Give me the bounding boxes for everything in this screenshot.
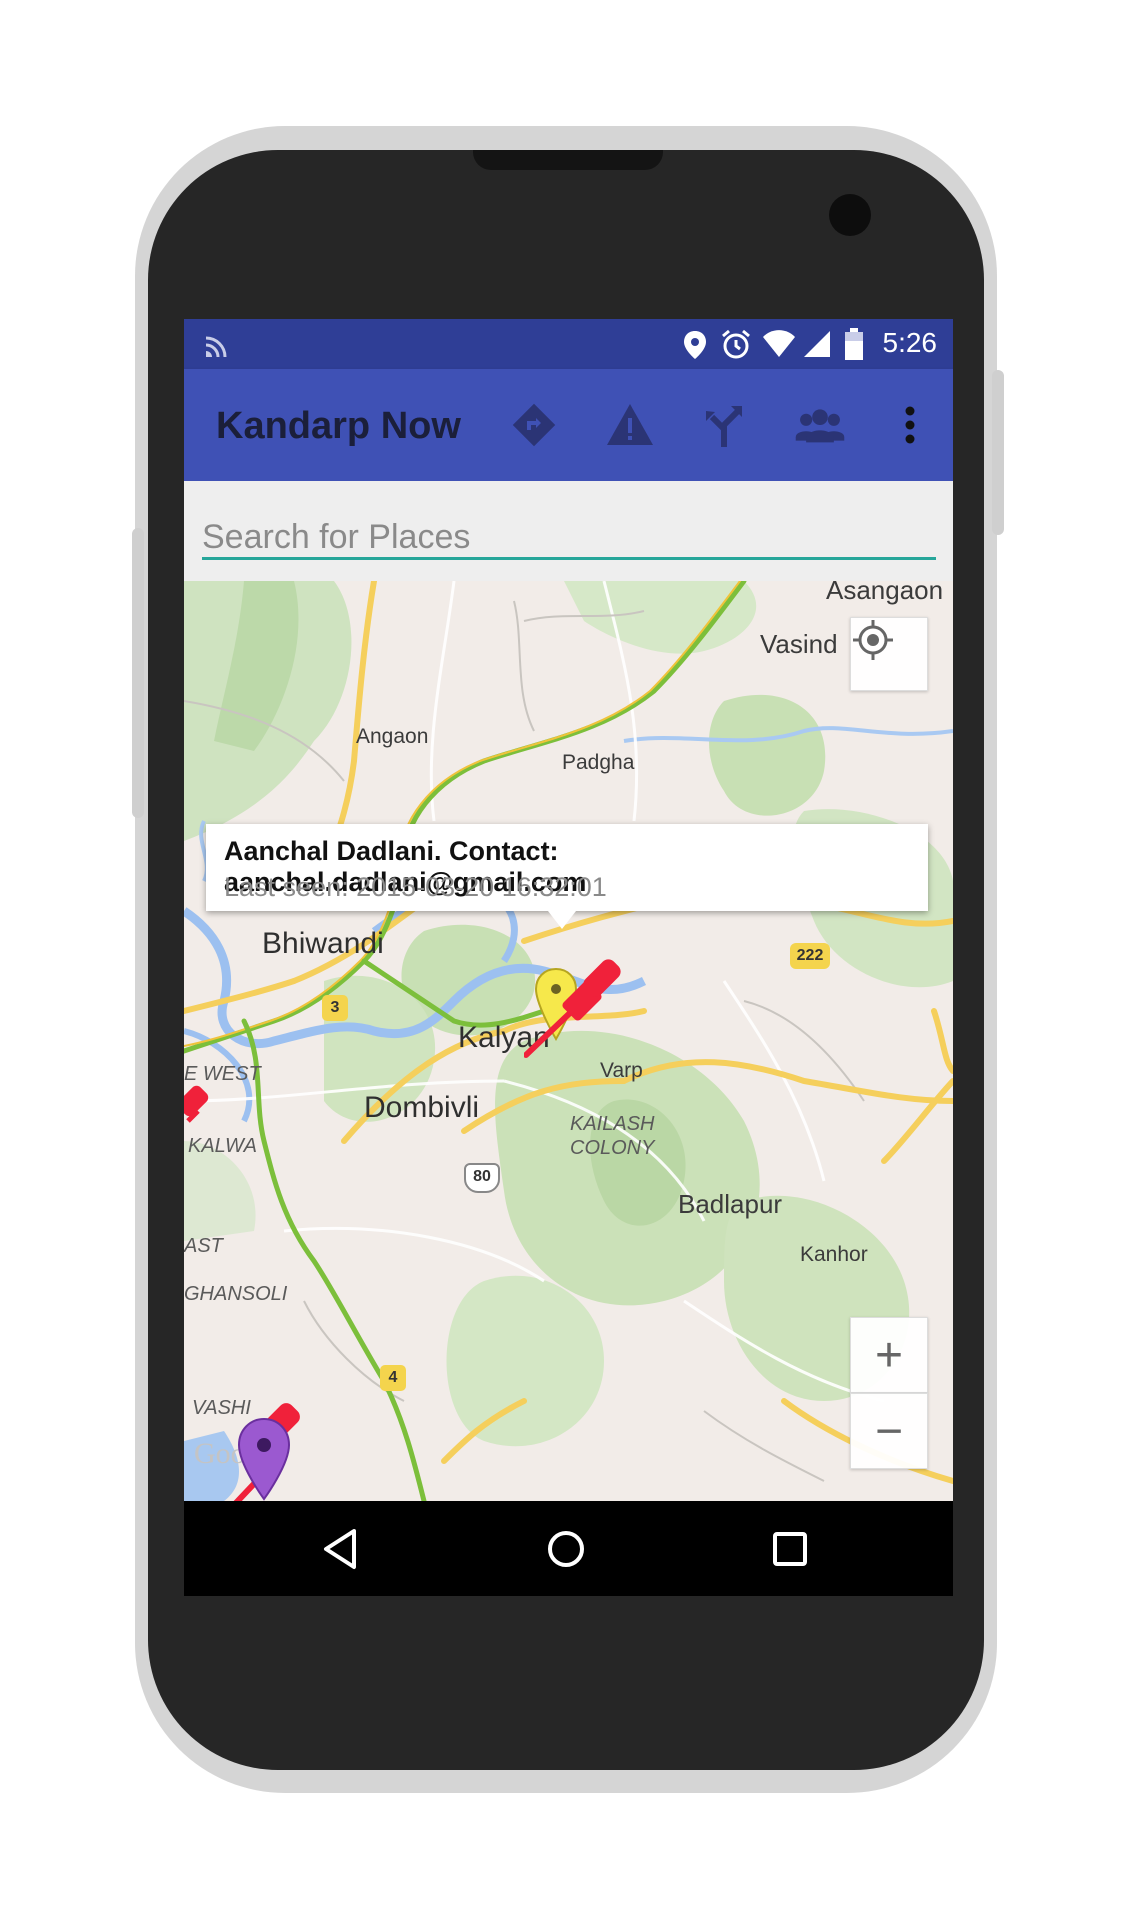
road-shield: 222	[790, 943, 830, 969]
road-shield: 80	[464, 1163, 500, 1193]
place-label: COLONY	[570, 1137, 655, 1159]
marker-info-window[interactable]: Aanchal Dadlani. Contact: aanchal.dadlan…	[206, 824, 928, 911]
home-icon[interactable]	[540, 1523, 592, 1575]
zoom-out-button[interactable]: −	[850, 1393, 928, 1469]
map-view[interactable]: Asangaon Vasind Angaon Padgha Bhiwandi K…	[184, 581, 953, 1501]
navigation-bar	[184, 1501, 953, 1596]
place-label: Dombivli	[364, 1091, 480, 1124]
zoom-in-button[interactable]: +	[850, 1317, 928, 1393]
back-icon[interactable]	[314, 1523, 366, 1575]
app-bar: Kandarp Now	[184, 369, 953, 481]
front-camera	[829, 194, 871, 236]
plus-icon: +	[874, 1328, 904, 1382]
recents-icon[interactable]	[764, 1523, 816, 1575]
status-time: 5:26	[882, 327, 938, 358]
overflow-menu-icon[interactable]	[890, 399, 930, 451]
cast-icon	[205, 336, 227, 358]
app-title: Kandarp Now	[216, 405, 461, 447]
search-area	[184, 481, 953, 581]
place-label: Angaon	[356, 725, 429, 748]
road-shield: 4	[380, 1365, 406, 1391]
place-label: GHANSOLI	[184, 1283, 288, 1305]
place-label: Padgha	[562, 751, 635, 774]
signal-icon	[804, 331, 830, 357]
speaker-grille	[473, 150, 663, 170]
minus-icon: −	[874, 1404, 904, 1458]
alarm-icon	[722, 329, 750, 359]
info-window-subtitle: Last seen: 2015-03-20 16:32:01	[224, 872, 607, 902]
place-label: Kanhor	[800, 1243, 868, 1266]
place-label: Varp	[600, 1059, 643, 1082]
red-pushpin-marker[interactable]	[524, 959, 634, 1059]
place-label: AST	[184, 1235, 223, 1257]
purple-location-marker[interactable]	[236, 1417, 292, 1501]
directions-icon[interactable]	[508, 399, 560, 451]
group-icon[interactable]	[794, 399, 846, 451]
search-input[interactable]	[202, 517, 936, 560]
screen: 5:26 Kandarp Now Search for Places Asang…	[184, 319, 953, 1596]
volume-button	[132, 528, 144, 818]
battery-icon	[845, 328, 863, 360]
fork-route-icon[interactable]	[698, 399, 750, 451]
status-bar: 5:26	[184, 319, 953, 369]
info-window-pointer	[548, 911, 576, 929]
place-label: KAILASH	[570, 1113, 655, 1135]
road-shield: 3	[322, 995, 348, 1021]
place-label: Bhiwandi	[262, 927, 384, 960]
my-location-button[interactable]	[850, 617, 928, 691]
place-label: Vasind	[760, 629, 838, 659]
place-label: Asangaon	[826, 581, 944, 605]
place-label: Badlapur	[678, 1189, 783, 1219]
location-icon	[684, 331, 706, 359]
warning-icon[interactable]	[604, 399, 656, 451]
crosshair-icon	[853, 620, 893, 660]
power-button	[992, 370, 1004, 535]
wifi-icon	[763, 330, 795, 357]
red-pushpin-marker[interactable]	[184, 1081, 228, 1141]
